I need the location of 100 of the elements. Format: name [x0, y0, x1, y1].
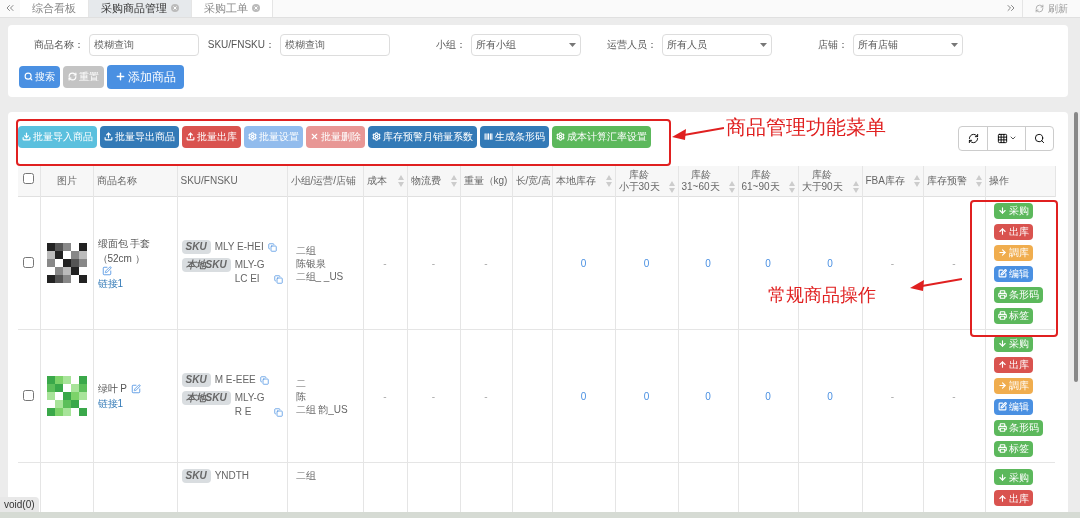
tab[interactable]: 采购工单: [192, 0, 273, 17]
status-text: void(0): [0, 497, 39, 512]
table-cell: 0: [827, 390, 833, 402]
refresh-icon: [68, 72, 77, 81]
action-button[interactable]: 出库: [993, 223, 1033, 240]
copy-icon[interactable]: [259, 376, 269, 385]
table-cell: -: [484, 257, 488, 269]
column-header: FBA库存: [865, 174, 905, 187]
barcode-icon: [484, 132, 493, 141]
table-cell: 0: [765, 390, 771, 402]
action-button[interactable]: 調库: [993, 377, 1033, 394]
search-button[interactable]: 搜索: [19, 65, 60, 88]
action-button[interactable]: 标签: [993, 440, 1033, 457]
arrow-up-icon: [997, 493, 1007, 503]
arrow-down-icon: [997, 339, 1007, 348]
search-field[interactable]: 模糊查询: [89, 33, 199, 56]
toolbar-button[interactable]: 批量导入商品: [18, 125, 97, 148]
dropdown[interactable]: 所有人员: [662, 33, 772, 56]
dropdown[interactable]: 所有店铺: [853, 33, 963, 56]
sku-tag: SKU: [181, 469, 211, 483]
tab[interactable]: 综合看板: [20, 0, 89, 17]
sort-icon[interactable]: [975, 174, 982, 187]
copy-icon[interactable]: [273, 408, 283, 417]
sort-icon[interactable]: [605, 174, 612, 187]
action-button[interactable]: 調库: [993, 244, 1033, 261]
search-icon: [24, 72, 33, 81]
action-button[interactable]: 条形码: [993, 419, 1043, 436]
edit-icon[interactable]: [101, 265, 112, 276]
close-icon[interactable]: [171, 4, 179, 13]
row-checkbox[interactable]: [23, 257, 35, 268]
printer-icon: [997, 444, 1007, 453]
dropdown[interactable]: 所有小组: [471, 33, 581, 56]
group-text: 陈: [295, 389, 306, 403]
arrow-down-icon: [997, 472, 1007, 482]
group-text: 二: [295, 376, 306, 390]
caret-icon: [951, 42, 958, 47]
sku-tag: SKU: [181, 373, 211, 387]
sku-tag: 本地SKU: [181, 258, 231, 272]
upload-icon: [104, 132, 113, 141]
sku-value: MLY-GR E: [234, 391, 266, 419]
tab[interactable]: 采购商品管理: [89, 0, 192, 17]
sku-value: MLY-GLC EI: [234, 258, 266, 286]
action-button[interactable]: 条形码: [993, 286, 1043, 303]
table-cell: -: [890, 257, 895, 269]
annotation-arrow: [910, 277, 962, 291]
column-header: 31~60天: [681, 180, 720, 193]
search-icon: [1034, 132, 1045, 144]
action-button[interactable]: 采购: [993, 469, 1033, 485]
search-field[interactable]: 模糊查询: [280, 33, 390, 56]
table-cell: 0: [580, 257, 587, 269]
refresh-button[interactable]: 刷新: [1023, 0, 1080, 17]
toolbar-button[interactable]: 生成条形码: [480, 125, 549, 148]
copy-icon[interactable]: [267, 243, 277, 252]
product-link[interactable]: 链接1: [97, 277, 124, 289]
edit-icon: [997, 402, 1007, 411]
column-header: 库存预警: [926, 174, 967, 187]
sku-value: YNDTH: [214, 469, 250, 483]
sku-value: M E-EEE: [214, 373, 256, 387]
action-button[interactable]: 出库: [993, 490, 1033, 506]
sort-icon[interactable]: [852, 180, 859, 193]
annotation-arrow: [672, 126, 724, 140]
column-header: SKU/FNSKU: [180, 174, 238, 187]
column-header: 物流费: [410, 174, 441, 187]
toolbar-button[interactable]: 库存预警月销量系数: [368, 125, 477, 148]
download-icon: [22, 132, 31, 141]
sort-icon[interactable]: [788, 180, 795, 193]
sku-tag: SKU: [181, 240, 211, 254]
column-header: 61~90天: [741, 180, 780, 193]
column-header: 库龄: [629, 168, 650, 181]
refresh-icon: [967, 132, 979, 144]
product-link[interactable]: 链接1: [97, 398, 124, 409]
action-button[interactable]: 编辑: [993, 398, 1033, 415]
action-button[interactable]: 编辑: [993, 265, 1033, 282]
toolbar-button[interactable]: 批量出库: [182, 125, 241, 148]
column-header: 长/宽/高: [515, 174, 552, 187]
column-header: 小组/运营/店铺: [290, 174, 357, 187]
group-text: 二组: [295, 469, 316, 482]
toolbar-button[interactable]: 成本计算汇率设置: [552, 125, 651, 148]
column-header: 图片: [56, 174, 77, 187]
column-header: 本地库存: [555, 174, 596, 187]
action-button[interactable]: 采购: [993, 202, 1033, 219]
select-all-checkbox[interactable]: [23, 173, 35, 185]
sort-icon[interactable]: [397, 174, 404, 187]
table-cell: 0: [827, 257, 833, 269]
action-button[interactable]: 出库: [993, 356, 1033, 373]
arrow-up-icon: [997, 227, 1007, 236]
close-icon[interactable]: [252, 4, 260, 13]
group-text: 二组_ _US: [295, 269, 344, 283]
grid-icon: [996, 132, 1008, 144]
sort-icon[interactable]: [668, 180, 675, 193]
sort-icon[interactable]: [450, 174, 457, 187]
sku-tag: 本地SKU: [181, 391, 231, 405]
toolbar-button[interactable]: 批量导出商品: [100, 125, 179, 148]
sort-icon[interactable]: [913, 174, 920, 187]
action-button[interactable]: 标签: [993, 307, 1033, 324]
edit-icon[interactable]: [130, 383, 141, 394]
search-button[interactable]: 添加商品: [107, 64, 184, 89]
row-checkbox[interactable]: [23, 390, 35, 401]
sort-icon[interactable]: [728, 180, 735, 193]
copy-icon[interactable]: [273, 275, 283, 284]
